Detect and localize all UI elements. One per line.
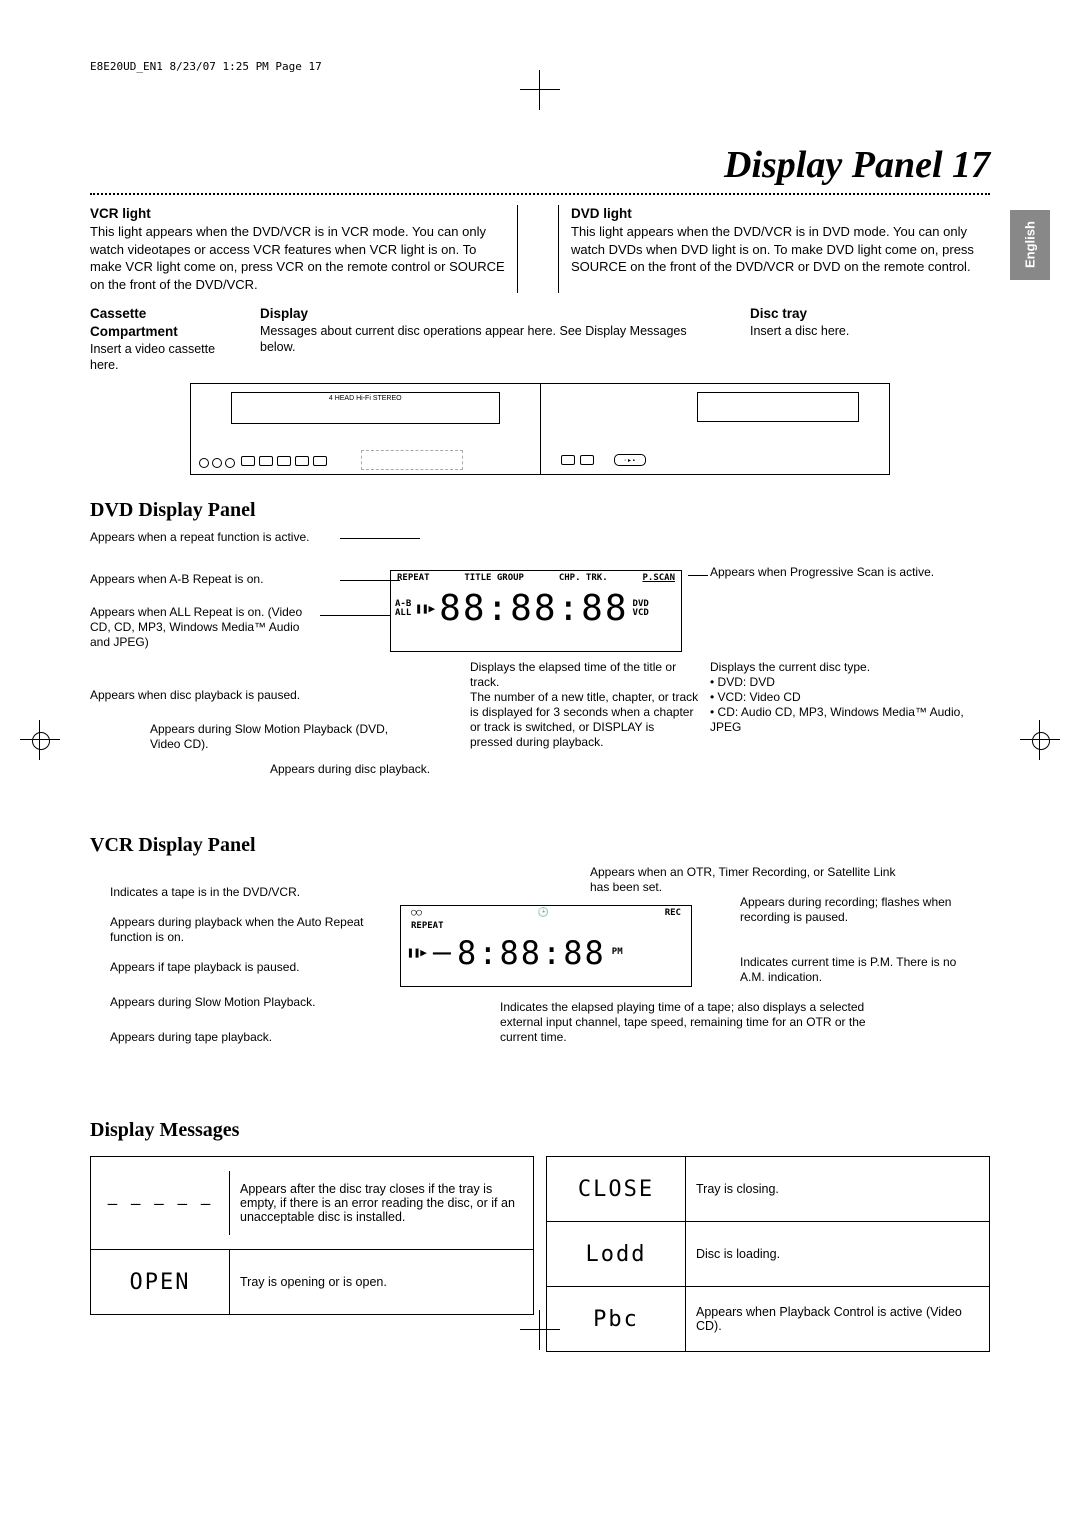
v-otr: Appears when an OTR, Timer Recording, or… — [590, 865, 910, 895]
unit-diagram: 4 HEAD Hi-Fi STEREO ◦ ▸ ▪ — [190, 383, 890, 475]
disc-tray-slot — [697, 392, 859, 422]
vcr-light-heading: VCR light — [90, 205, 509, 223]
ind-repeat: REPEAT — [397, 573, 430, 584]
dvd-panel-heading: DVD Display Panel — [90, 499, 990, 522]
msg-icon-3: Lodd — [547, 1222, 686, 1286]
dvd-segment-display: 88:88:88 — [439, 586, 628, 631]
v-pm: Indicates current time is P.M. There is … — [740, 955, 970, 985]
dt-2: CD: Audio CD, MP3, Windows Media™ Audio,… — [710, 705, 964, 734]
language-tab: English — [1010, 210, 1050, 280]
msg-text-2: Tray is closing. — [686, 1161, 989, 1217]
front-display — [361, 450, 463, 470]
display-heading: Display — [260, 306, 308, 321]
c-repeat: Appears when a repeat function is active… — [90, 530, 340, 545]
c-elapsed: Displays the elapsed time of the title o… — [470, 660, 700, 750]
clock-icon: 🕒 — [538, 908, 549, 919]
ind-all: ALL — [395, 608, 411, 618]
pause-icon-vcr: ❚❚▶ — [407, 946, 427, 960]
display-text: Messages about current disc operations a… — [260, 324, 687, 354]
messages-table: – – – – – Appears after the disc tray cl… — [90, 1156, 990, 1352]
ind-pm: PM — [612, 947, 623, 958]
title-divider — [90, 193, 990, 195]
pause-icon: ❚❚▶ — [415, 602, 435, 616]
dt-1: VCD: Video CD — [718, 690, 801, 704]
cassette-slot: 4 HEAD Hi-Fi STEREO — [231, 392, 500, 424]
vcr-segment-display: 8:88:88 — [457, 933, 606, 973]
v-during: Appears during tape playback. — [110, 1030, 390, 1045]
cassette-heading: Cassette Compartment — [90, 306, 178, 339]
msg-icon-1: OPEN — [91, 1250, 230, 1314]
ind-chp-trk: CHP. TRK. — [559, 573, 608, 584]
msg-text-0: Appears after the disc tray closes if th… — [230, 1175, 533, 1231]
ind-vcd: VCD — [633, 608, 649, 618]
c-ab: Appears when A-B Repeat is on. — [90, 572, 340, 587]
display-messages-heading: Display Messages — [90, 1119, 990, 1142]
v-paused: Appears if tape playback is paused. — [110, 960, 390, 975]
msg-icon-4: Pbc — [547, 1287, 686, 1351]
ind-vcr-repeat: REPEAT — [401, 921, 691, 932]
ind-pscan: P.SCAN — [642, 573, 675, 584]
c-disctype: Displays the current disc type. — [710, 660, 870, 674]
dvd-light-heading: DVD light — [571, 205, 990, 223]
c-paused: Appears when disc playback is paused. — [90, 688, 340, 703]
c-pscan: Appears when Progressive Scan is active. — [710, 565, 940, 580]
page-header: E8E20UD_EN1 8/23/07 1:25 PM Page 17 — [90, 60, 990, 73]
page-title: Display Panel 17 — [90, 143, 990, 187]
msg-text-1: Tray is opening or is open. — [230, 1254, 533, 1310]
vcr-light-text: This light appears when the DVD/VCR is i… — [90, 223, 509, 293]
dt-0: DVD: DVD — [718, 675, 775, 689]
disc-tray-text: Insert a disc here. — [750, 324, 849, 338]
msg-text-3: Disc is loading. — [686, 1226, 989, 1282]
c-during: Appears during disc playback. — [270, 762, 570, 777]
v-elapsed: Indicates the elapsed playing time of a … — [500, 1000, 900, 1045]
ind-title-group: TITLE GROUP — [464, 573, 524, 584]
tape-icon: ◯◯ — [411, 908, 422, 919]
ind-rec: REC — [665, 908, 681, 919]
dvd-light-text: This light appears when the DVD/VCR is i… — [571, 223, 990, 276]
v-tape: Indicates a tape is in the DVD/VCR. — [110, 885, 390, 900]
v-rec: Appears during recording; flashes when r… — [740, 895, 970, 925]
v-repeat: Appears during playback when the Auto Re… — [110, 915, 390, 945]
vcr-panel-heading: VCR Display Panel — [90, 834, 990, 857]
cassette-text: Insert a video cassette here. — [90, 342, 215, 372]
msg-icon-2: CLOSE — [547, 1157, 686, 1221]
v-slow: Appears during Slow Motion Playback. — [110, 995, 390, 1010]
disc-tray-heading: Disc tray — [750, 306, 807, 321]
c-slow: Appears during Slow Motion Playback (DVD… — [150, 722, 400, 752]
msg-icon-0: – – – – – — [91, 1171, 230, 1235]
c-all: Appears when ALL Repeat is on. (Video CD… — [90, 605, 320, 650]
msg-text-4: Appears when Playback Control is active … — [686, 1291, 989, 1347]
